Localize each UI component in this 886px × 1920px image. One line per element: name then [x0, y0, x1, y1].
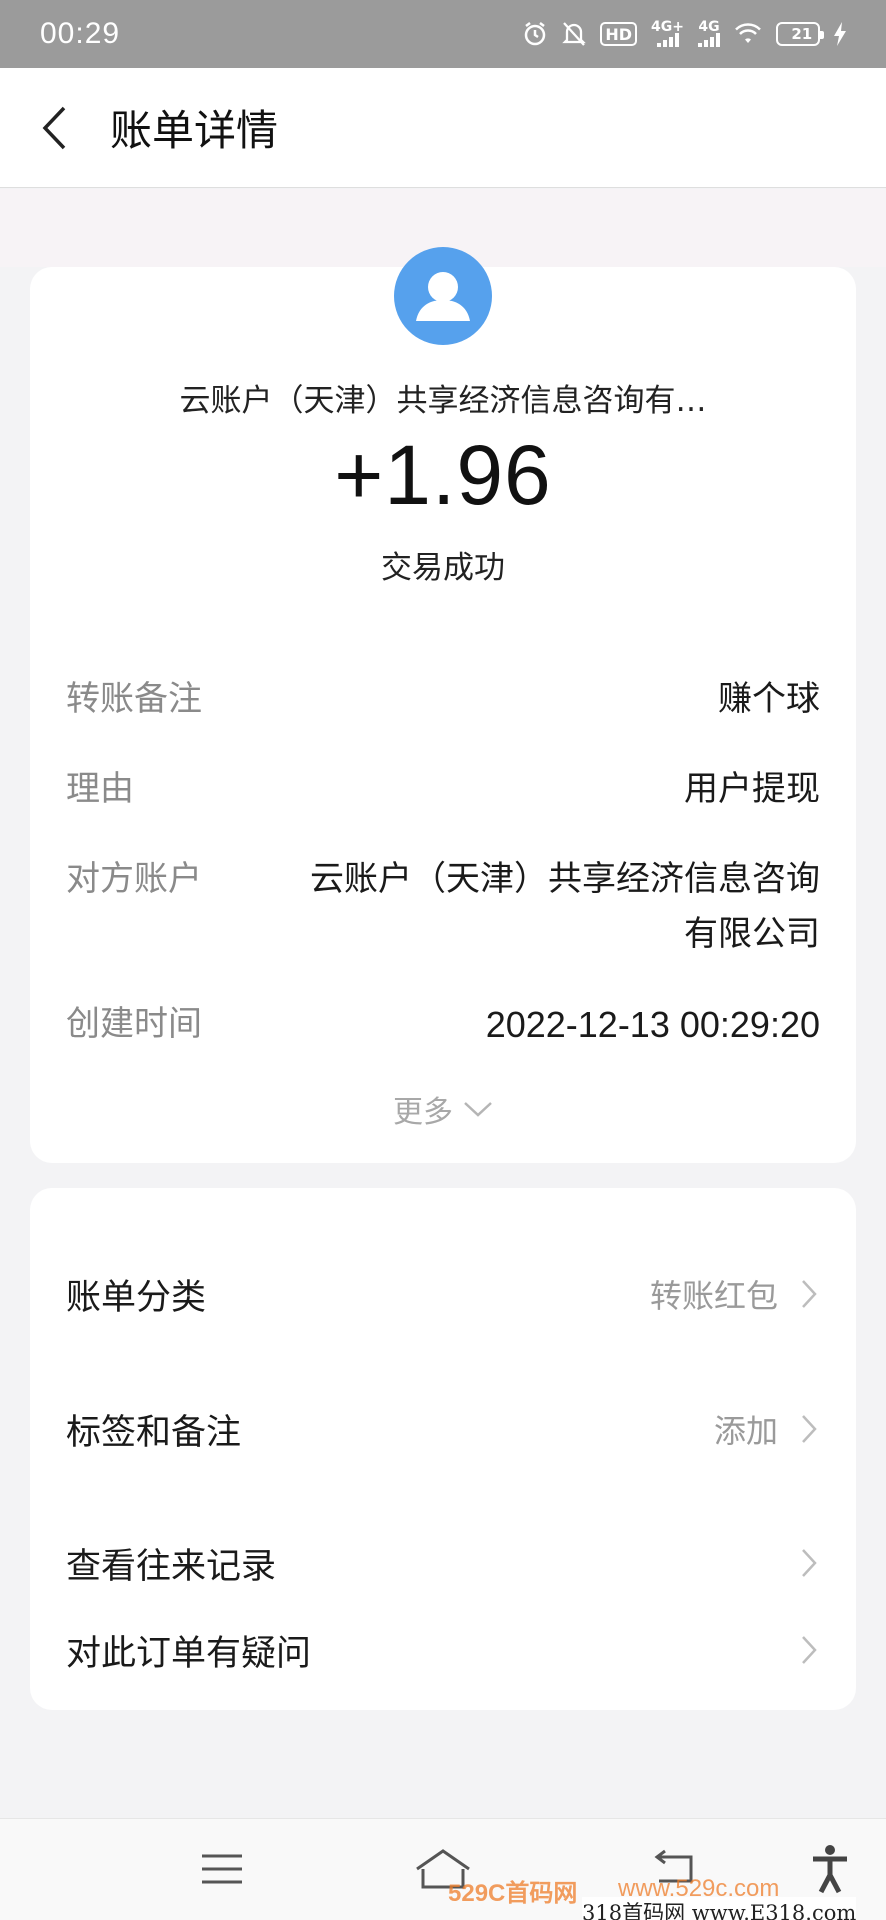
bill-category-row[interactable]: 账单分类 转账红包 [66, 1254, 820, 1334]
counterparty-line-1: 云账户（天津）共享经济信息咨询 [310, 859, 820, 899]
signal-4g-plus-icon: 4G+ [651, 20, 684, 48]
page-title: 账单详情 [110, 106, 279, 155]
transaction-card: 云账户（天津）共享经济信息咨询有… +1.96 交易成功 转账备注 赚个球 理由… [30, 247, 856, 1163]
accessibility-icon [813, 1845, 847, 1894]
detail-label: 转账备注 [66, 679, 202, 719]
list-value: 添加 [713, 1412, 778, 1450]
detail-value: 2022-12-13 00:29:20 [485, 1004, 820, 1045]
transaction-amount: +1.96 [334, 428, 552, 522]
detail-label: 对方账户 [66, 859, 202, 899]
chevron-right-icon [800, 1413, 820, 1445]
chevron-right-icon [800, 1634, 820, 1666]
status-bar: 00:29 HD 4G+ 4G 21 [0, 0, 886, 68]
detail-row-created-time: 创建时间 2022-12-13 00:29:20 [66, 997, 820, 1052]
list-label: 标签和备注 [66, 1412, 242, 1453]
menu-button[interactable] [196, 1841, 248, 1897]
detail-value: 用户提现 [684, 769, 820, 809]
chevron-down-icon [464, 1102, 492, 1117]
payee-name: 云账户（天津）共享经济信息咨询有… [179, 383, 707, 419]
list-label: 查看往来记录 [66, 1546, 277, 1587]
alarm-icon [522, 20, 548, 48]
chevron-right-icon [800, 1278, 820, 1310]
list-label: 账单分类 [66, 1277, 207, 1318]
wifi-icon [734, 20, 762, 48]
detail-row-counterparty: 对方账户 云账户（天津）共享经济信息咨询 有限公司 [66, 852, 820, 962]
list-value: 转账红包 [649, 1277, 778, 1315]
transaction-history-row[interactable]: 查看往来记录 [66, 1523, 820, 1603]
detail-row-remark: 转账备注 赚个球 [66, 672, 820, 727]
battery-level: 21 [791, 25, 813, 43]
menu-icon [202, 1854, 242, 1884]
network-type-2: 4G [698, 19, 720, 35]
list-label: 对此订单有疑问 [66, 1633, 312, 1674]
detail-value: 赚个球 [718, 679, 820, 719]
actions-card: 账单分类 转账红包 标签和备注 添加 查看往来记录 对此订单有疑问 [30, 1188, 856, 1710]
detail-value: 云账户（天津）共享经济信息咨询 有限公司 [266, 852, 820, 962]
system-nav-bar: 529C首码网 www.529c.com 318首码网 www.E318.com [0, 1818, 886, 1920]
chevron-right-icon [800, 1547, 820, 1579]
accessibility-button[interactable] [808, 1841, 852, 1897]
detail-label: 理由 [66, 769, 134, 809]
signal-4g-icon: 4G [698, 20, 720, 48]
header: 账单详情 [0, 68, 886, 188]
avatar [394, 247, 492, 345]
transaction-status: 交易成功 [381, 550, 505, 586]
tags-notes-row[interactable]: 标签和备注 添加 [66, 1389, 820, 1469]
hd-icon: HD [600, 22, 638, 46]
mute-notification-icon [562, 20, 587, 48]
status-icons: HD 4G+ 4G 21 [522, 20, 846, 48]
more-button[interactable]: 更多 [30, 1087, 856, 1131]
watermark-3: 318首码网 www.E318.com [582, 1897, 857, 1920]
more-label: 更多 [393, 1095, 453, 1130]
watermark-1: 529C首码网 [448, 1880, 578, 1907]
order-question-row[interactable]: 对此订单有疑问 [66, 1610, 820, 1690]
back-arrow-icon [42, 106, 66, 149]
status-time: 00:29 [40, 17, 121, 50]
detail-row-reason: 理由 用户提现 [66, 762, 820, 817]
back-button[interactable] [0, 68, 110, 188]
battery-icon: 21 [776, 22, 824, 46]
detail-label: 创建时间 [66, 1004, 202, 1044]
charging-icon [834, 20, 846, 48]
network-type-1: 4G+ [651, 19, 684, 35]
counterparty-line-2: 有限公司 [684, 914, 820, 954]
user-avatar-icon [416, 272, 470, 321]
